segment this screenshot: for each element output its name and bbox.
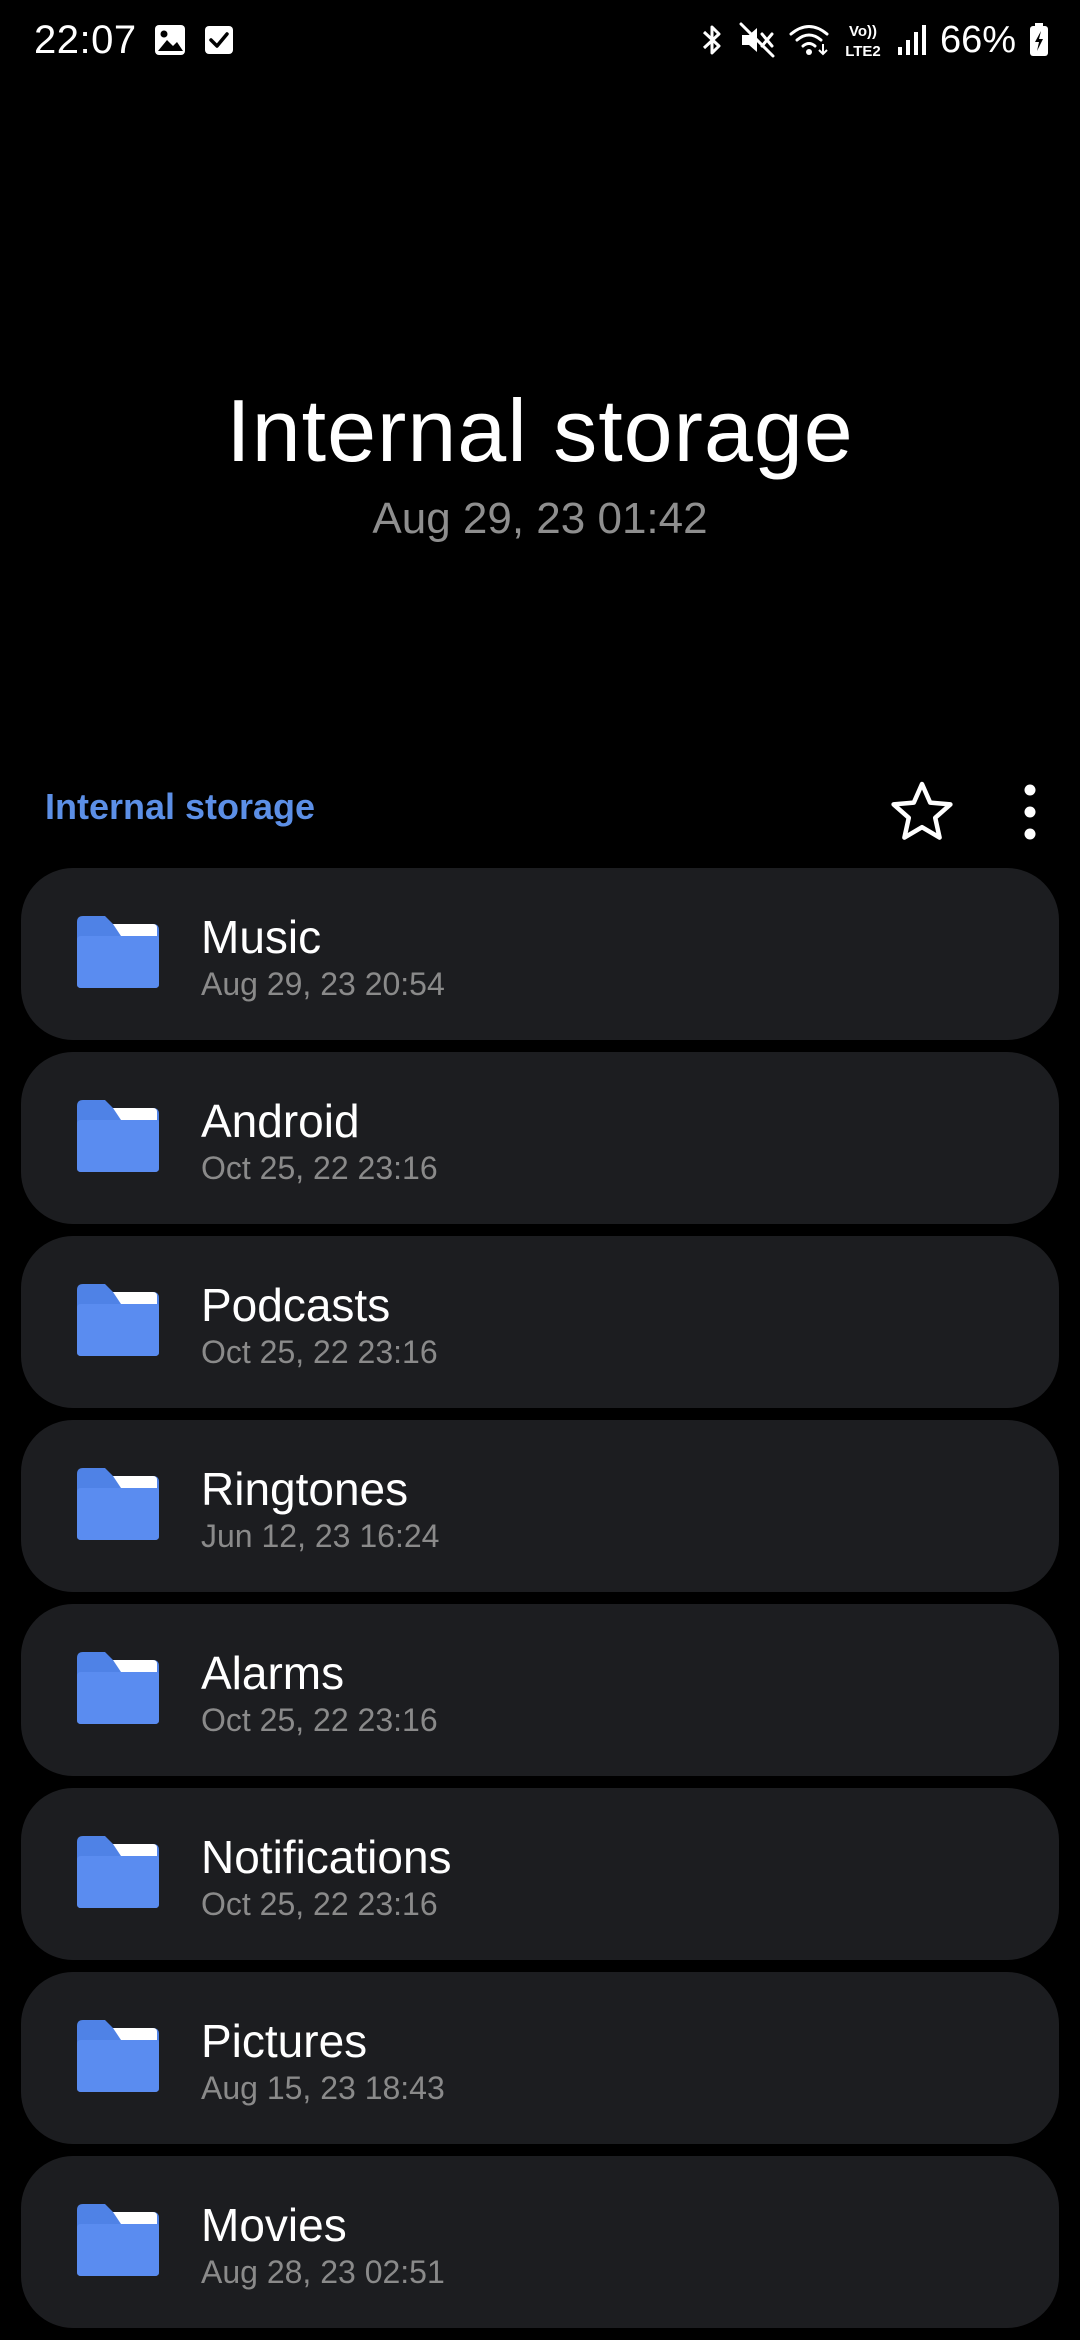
folder-item-movies[interactable]: Movies Aug 28, 23 02:51	[21, 2156, 1059, 2328]
folder-date: Jun 12, 23 16:24	[201, 1518, 440, 1554]
mute-icon	[738, 21, 776, 59]
more-options-button[interactable]	[1000, 772, 1060, 852]
status-bar: 22:07 Vo)) LTE2 66%	[0, 0, 1080, 80]
folder-date: Aug 15, 23 18:43	[201, 2070, 445, 2106]
folder-name: Podcasts	[201, 1279, 391, 1331]
more-vertical-icon	[1024, 784, 1036, 840]
volte-label: Vo))	[849, 23, 877, 40]
folder-item-pictures[interactable]: Pictures Aug 15, 23 18:43	[21, 1972, 1059, 2144]
folder-name: Ringtones	[201, 1463, 409, 1515]
folder-item-ringtones[interactable]: Ringtones Jun 12, 23 16:24	[21, 1420, 1059, 1592]
folder-item-android[interactable]: Android Oct 25, 22 23:16	[21, 1052, 1059, 1224]
folder-item-notifications[interactable]: Notifications Oct 25, 22 23:16	[21, 1788, 1059, 1960]
battery-percentage: 66%	[939, 18, 1016, 61]
page-title: Internal storage	[226, 381, 854, 480]
folder-icon	[77, 916, 159, 988]
folder-item-music[interactable]: Music Aug 29, 23 20:54	[21, 868, 1059, 1040]
folder-item-alarms[interactable]: Alarms Oct 25, 22 23:16	[21, 1604, 1059, 1776]
folder-name: Notifications	[201, 1831, 452, 1883]
folder-date: Aug 29, 23 20:54	[201, 966, 445, 1002]
folder-name: Alarms	[201, 1647, 345, 1699]
bluetooth-icon	[698, 21, 726, 59]
folder-icon	[77, 1100, 159, 1172]
folder-date: Aug 28, 23 02:51	[201, 2254, 445, 2290]
checkbox-notification-icon	[203, 24, 235, 56]
folder-date: Oct 25, 22 23:16	[201, 1150, 438, 1186]
status-bar-left: 22:07	[34, 14, 235, 66]
favorite-button[interactable]	[882, 772, 962, 852]
page-subtitle-date: Aug 29, 23 01:42	[372, 494, 708, 543]
image-notification-icon	[153, 23, 187, 57]
folder-list: Music Aug 29, 23 20:54 Android Oct 25, 2…	[21, 868, 1059, 2340]
lte-label: LTE2	[845, 43, 881, 60]
folder-date: Oct 25, 22 23:16	[201, 1334, 438, 1370]
folder-icon	[77, 2020, 159, 2092]
folder-name: Android	[201, 1095, 360, 1147]
folder-date: Oct 25, 22 23:16	[201, 1886, 438, 1922]
folder-icon	[77, 1468, 159, 1540]
status-bar-right: Vo)) LTE2 66%	[686, 14, 1050, 66]
folder-date: Oct 25, 22 23:16	[201, 1702, 438, 1738]
signal-icon	[896, 23, 926, 57]
star-outline-icon	[891, 781, 953, 840]
breadcrumb-internal-storage[interactable]: Internal storage	[45, 786, 315, 828]
folder-icon	[77, 1652, 159, 1724]
folder-icon	[77, 2204, 159, 2276]
folder-name: Music	[201, 911, 322, 963]
wifi-icon	[788, 22, 830, 58]
battery-charging-icon	[1028, 22, 1050, 58]
folder-item-podcasts[interactable]: Podcasts Oct 25, 22 23:16	[21, 1236, 1059, 1408]
status-time: 22:07	[34, 17, 137, 62]
folder-name: Pictures	[201, 2015, 368, 2067]
folder-icon	[77, 1284, 159, 1356]
folder-icon	[77, 1836, 159, 1908]
volte-lte2-icon: Vo)) LTE2	[842, 20, 884, 60]
folder-name: Movies	[201, 2199, 347, 2251]
